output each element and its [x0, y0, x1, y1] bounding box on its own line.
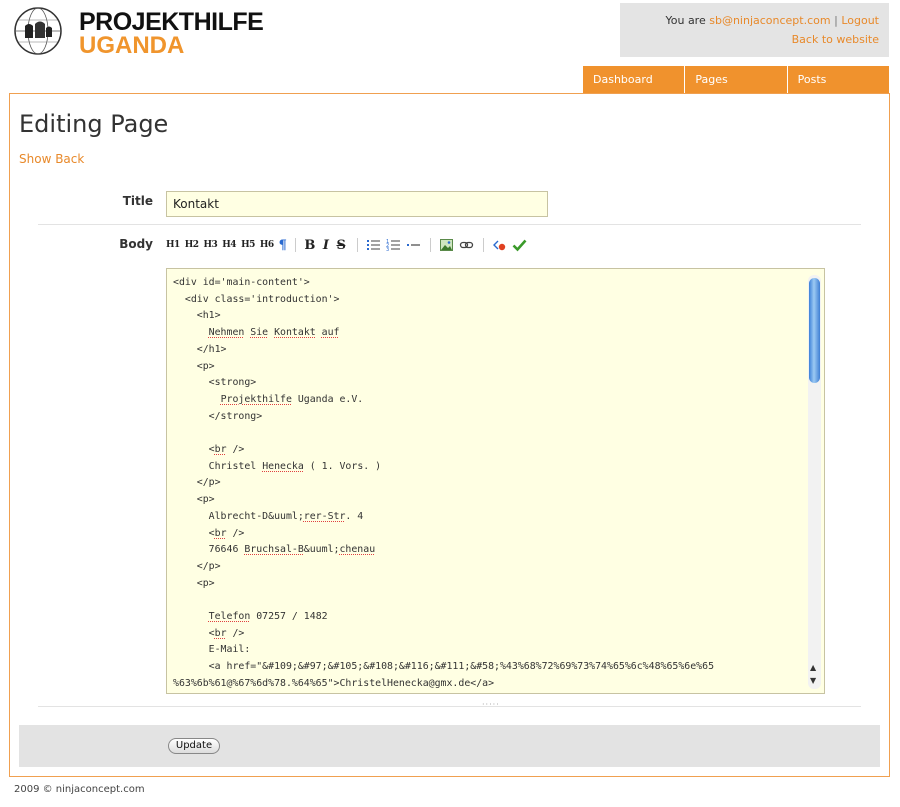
toolbar-separator: [295, 238, 297, 252]
h2-button[interactable]: H2: [185, 240, 199, 250]
svg-text:3: 3: [386, 247, 389, 252]
tab-posts[interactable]: Posts: [787, 66, 889, 93]
title-input[interactable]: [166, 191, 548, 217]
toolbar-separator: [430, 238, 432, 252]
image-icon[interactable]: [439, 238, 454, 252]
user-email-link[interactable]: sb@ninjaconcept.com: [709, 14, 830, 27]
bold-button[interactable]: B: [304, 238, 315, 253]
divider: [38, 706, 861, 707]
scrollbar-thumb[interactable]: [809, 278, 820, 383]
scroll-up-icon[interactable]: ▲: [810, 663, 816, 672]
editor-scrollbar[interactable]: ▲ ▼: [808, 275, 821, 689]
unordered-list-icon[interactable]: [366, 238, 381, 252]
form-actions: Update: [19, 725, 880, 767]
editor-toolbar: H1 H2 H3 H4 H5 H6 ¶ B I S 123: [166, 236, 532, 254]
content-frame: Editing Page Show Back Title Body H1 H2 …: [9, 93, 890, 777]
page-title: Editing Page: [19, 110, 169, 138]
body-editor[interactable]: <div id='main-content'> <div class='intr…: [166, 268, 825, 694]
logo-text-line2: UGANDA: [79, 32, 185, 59]
html-source-icon[interactable]: [492, 238, 507, 252]
toolbar-separator: [483, 238, 485, 252]
copyright: 2009 © ninjaconcept.com: [14, 784, 145, 795]
check-icon[interactable]: [512, 238, 527, 252]
italic-button[interactable]: I: [323, 238, 329, 253]
body-code: <div id='main-content'> <div class='intr…: [173, 277, 715, 689]
link-icon[interactable]: [459, 238, 474, 252]
tab-dashboard[interactable]: Dashboard: [583, 66, 686, 93]
paragraph-button[interactable]: ¶: [279, 238, 287, 253]
h4-button[interactable]: H4: [222, 240, 236, 250]
divider: [38, 224, 861, 225]
tab-pages[interactable]: Pages: [685, 66, 788, 93]
h5-button[interactable]: H5: [241, 240, 255, 250]
toolbar-separator: [357, 238, 359, 252]
scroll-down-icon[interactable]: ▼: [810, 676, 816, 685]
logo[interactable]: PROJEKTHILFE UGANDA: [13, 6, 264, 59]
h3-button[interactable]: H3: [204, 240, 218, 250]
body-label: Body: [119, 237, 153, 251]
strike-button[interactable]: S: [336, 238, 345, 253]
main-nav: Dashboard Pages Posts: [583, 66, 889, 93]
globe-logo-icon: [14, 7, 62, 55]
logout-link[interactable]: Logout: [841, 14, 879, 27]
hr-icon[interactable]: [406, 238, 421, 252]
you-are-label: You are: [665, 14, 706, 27]
title-label: Title: [122, 194, 153, 208]
user-box: You are sb@ninjaconcept.com | Logout Bac…: [620, 3, 889, 57]
back-to-website-link[interactable]: Back to website: [792, 33, 879, 46]
resize-grip-icon[interactable]: ·····: [482, 700, 500, 709]
ordered-list-icon[interactable]: 123: [386, 238, 401, 253]
show-back-link[interactable]: Show Back: [19, 152, 84, 166]
separator: |: [834, 14, 838, 27]
update-button[interactable]: Update: [168, 738, 220, 754]
h1-button[interactable]: H1: [166, 240, 180, 250]
h6-button[interactable]: H6: [260, 240, 274, 250]
